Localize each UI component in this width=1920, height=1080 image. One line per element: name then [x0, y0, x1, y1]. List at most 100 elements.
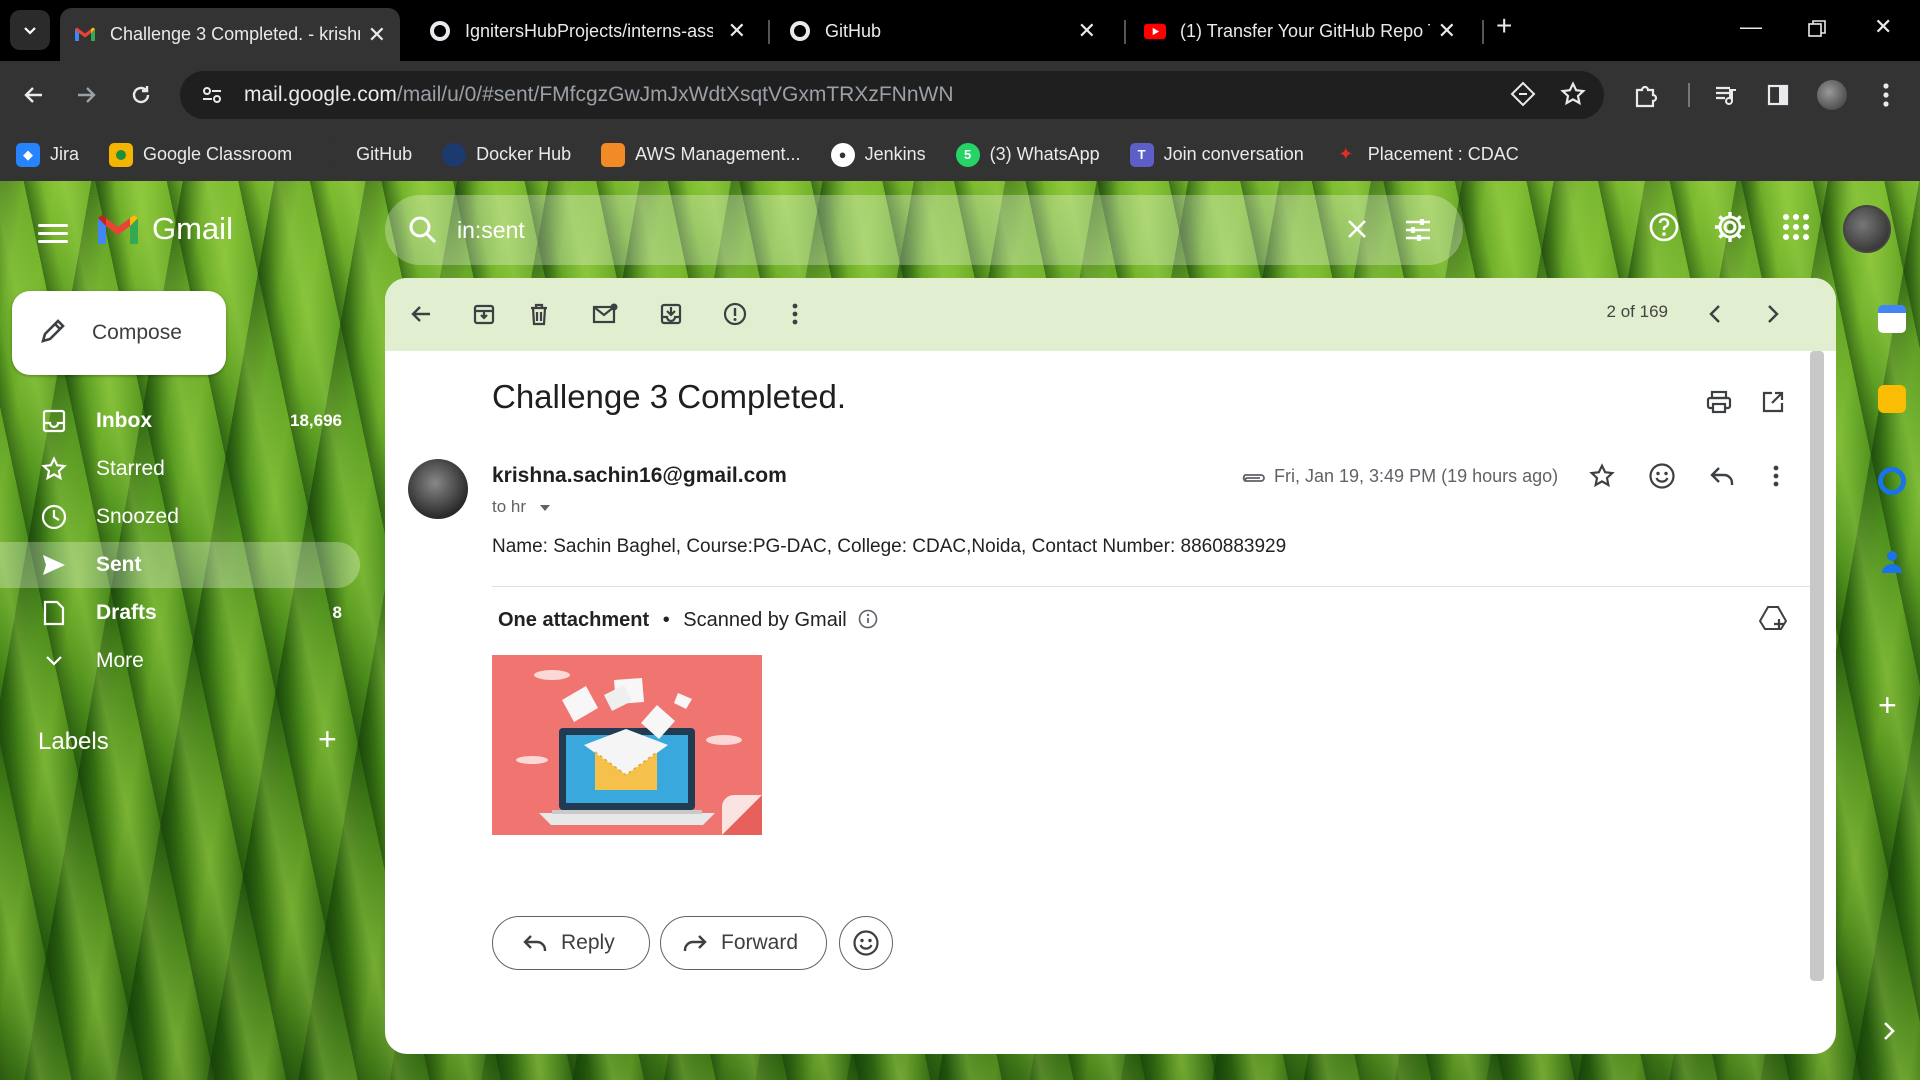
address-bar[interactable]: mail.google.com/mail/u/0/#sent/FMfcgzGwJ…	[180, 71, 1604, 119]
clear-search-icon[interactable]	[1343, 215, 1371, 248]
open-new-window-icon[interactable]	[1759, 388, 1787, 416]
nav-label: Starred	[96, 457, 165, 480]
restore-button[interactable]	[1808, 18, 1826, 44]
keep-icon[interactable]	[1878, 385, 1906, 413]
newer-button[interactable]	[1701, 300, 1729, 328]
search-options-icon[interactable]	[1403, 215, 1433, 250]
reply-label: Reply	[561, 931, 615, 954]
tab-github[interactable]: GitHub ✕	[775, 8, 1110, 54]
add-to-drive-icon[interactable]	[1759, 604, 1787, 632]
contacts-icon[interactable]	[1878, 547, 1906, 575]
get-addons-button[interactable]: +	[1878, 687, 1897, 724]
emoji-react-icon[interactable]	[1648, 462, 1676, 490]
back-button[interactable]	[16, 77, 52, 113]
search-icon[interactable]	[407, 214, 439, 246]
bullet-separator: •	[662, 609, 670, 631]
tasks-icon[interactable]	[1878, 467, 1906, 495]
bookmark-teams[interactable]: T Join conversation	[1129, 142, 1304, 167]
search-input[interactable]	[457, 216, 1317, 244]
reply-icon[interactable]	[1708, 462, 1736, 490]
clock-icon	[40, 503, 68, 531]
apps-grid-icon[interactable]	[1778, 209, 1814, 245]
message-date: Fri, Jan 19, 3:49 PM (19 hours ago)	[1274, 466, 1559, 486]
delete-trash-icon[interactable]	[525, 300, 553, 328]
new-tab-button[interactable]: +	[1496, 10, 1512, 42]
reload-button[interactable]	[123, 77, 159, 113]
forward-button[interactable]: Forward	[660, 916, 827, 970]
more-vert-icon[interactable]	[781, 300, 809, 328]
close-icon[interactable]: ✕	[728, 18, 746, 44]
search-bar[interactable]	[385, 195, 1463, 265]
profile-button[interactable]	[1814, 77, 1850, 113]
nav-drafts[interactable]: Drafts 8	[0, 590, 360, 636]
browser-toolbar: mail.google.com/mail/u/0/#sent/FMfcgzGwJ…	[0, 61, 1920, 128]
add-label-button[interactable]: +	[318, 721, 337, 758]
back-to-list-button[interactable]	[407, 300, 435, 328]
compose-label: Compose	[92, 321, 182, 344]
nav-inbox[interactable]: Inbox 18,696	[0, 398, 360, 444]
gmail-icon	[98, 215, 138, 244]
bookmark-jenkins[interactable]: ● Jenkins	[830, 142, 926, 167]
attachment-thumbnail[interactable]	[492, 655, 762, 835]
recipient-line[interactable]: to hr	[492, 497, 551, 517]
nav-count: 8	[332, 603, 342, 622]
emoji-react-button[interactable]	[839, 916, 893, 970]
gmail-logo[interactable]: Gmail	[96, 211, 233, 247]
tab-youtube[interactable]: (1) Transfer Your GitHub Repo To ✕	[1130, 8, 1470, 54]
pager-text: 2 of 169	[1606, 302, 1668, 321]
expand-side-panel-icon[interactable]	[1882, 1021, 1896, 1046]
tab-strip: Challenge 3 Completed. - krishna ✕ Ignit…	[0, 0, 1920, 61]
more-vert-icon	[1883, 83, 1889, 107]
print-icon[interactable]	[1705, 388, 1733, 416]
nav-snoozed[interactable]: Snoozed	[0, 494, 360, 540]
bookmark-star-icon[interactable]	[1560, 81, 1586, 114]
side-panel-button[interactable]	[1760, 77, 1796, 113]
settings-gear-icon[interactable]	[1712, 209, 1748, 245]
help-icon[interactable]	[1646, 209, 1682, 245]
side-panel-icon	[1767, 84, 1789, 106]
nav-starred[interactable]: Starred	[0, 446, 360, 492]
report-spam-icon[interactable]	[721, 300, 749, 328]
bookmark-docker-hub[interactable]: Docker Hub	[442, 142, 571, 167]
main-menu-button[interactable]	[38, 219, 68, 248]
bookmark-google-classroom[interactable]: Google Classroom	[109, 142, 293, 167]
bookmark-whatsapp[interactable]: 5 (3) WhatsApp	[955, 142, 1100, 167]
site-settings-icon[interactable]	[198, 81, 226, 109]
bookmark-label: AWS Management...	[635, 144, 801, 164]
bookmark-jira[interactable]: ◆ Jira	[16, 142, 79, 167]
close-window-button[interactable]: ✕	[1874, 14, 1892, 40]
github-icon	[322, 142, 347, 167]
recipient-text: to hr	[492, 497, 527, 516]
more-vert-icon[interactable]	[1762, 462, 1790, 490]
older-button[interactable]	[1759, 300, 1787, 328]
move-to-icon[interactable]	[657, 300, 685, 328]
install-app-icon[interactable]	[1510, 81, 1536, 114]
star-icon[interactable]	[1588, 462, 1616, 490]
nav-more[interactable]: More	[0, 638, 360, 684]
bookmark-aws[interactable]: AWS Management...	[601, 142, 801, 167]
reply-button[interactable]: Reply	[492, 916, 650, 970]
scrollbar[interactable]	[1810, 351, 1824, 981]
bookmark-github[interactable]: GitHub	[322, 142, 412, 167]
bookmark-placement-cdac[interactable]: ✦ Placement : CDAC	[1334, 143, 1519, 167]
sender-email[interactable]: krishna.sachin16@gmail.com	[492, 464, 787, 488]
minimize-button[interactable]: —	[1740, 14, 1762, 40]
bookmark-label: Google Classroom	[143, 144, 293, 164]
close-icon[interactable]: ✕	[1078, 18, 1096, 44]
calendar-icon[interactable]	[1878, 305, 1906, 333]
close-icon[interactable]: ✕	[368, 22, 386, 48]
nav-sent[interactable]: Sent	[0, 542, 360, 588]
archive-icon[interactable]	[470, 300, 498, 328]
extensions-button[interactable]	[1628, 77, 1664, 113]
forward-button[interactable]	[68, 77, 104, 113]
browser-menu-button[interactable]	[1868, 77, 1904, 113]
compose-button[interactable]: Compose	[12, 291, 226, 375]
tab-ignitershub[interactable]: IgnitersHubProjects/interns-ass ✕	[415, 8, 760, 54]
tab-search-button[interactable]	[10, 10, 50, 50]
sender-avatar[interactable]	[408, 459, 468, 519]
close-icon[interactable]: ✕	[1438, 18, 1456, 44]
info-icon[interactable]	[858, 609, 878, 629]
media-controls-button[interactable]	[1708, 77, 1744, 113]
mark-unread-icon[interactable]	[591, 300, 619, 328]
tab-gmail[interactable]: Challenge 3 Completed. - krishna ✕	[60, 8, 400, 61]
